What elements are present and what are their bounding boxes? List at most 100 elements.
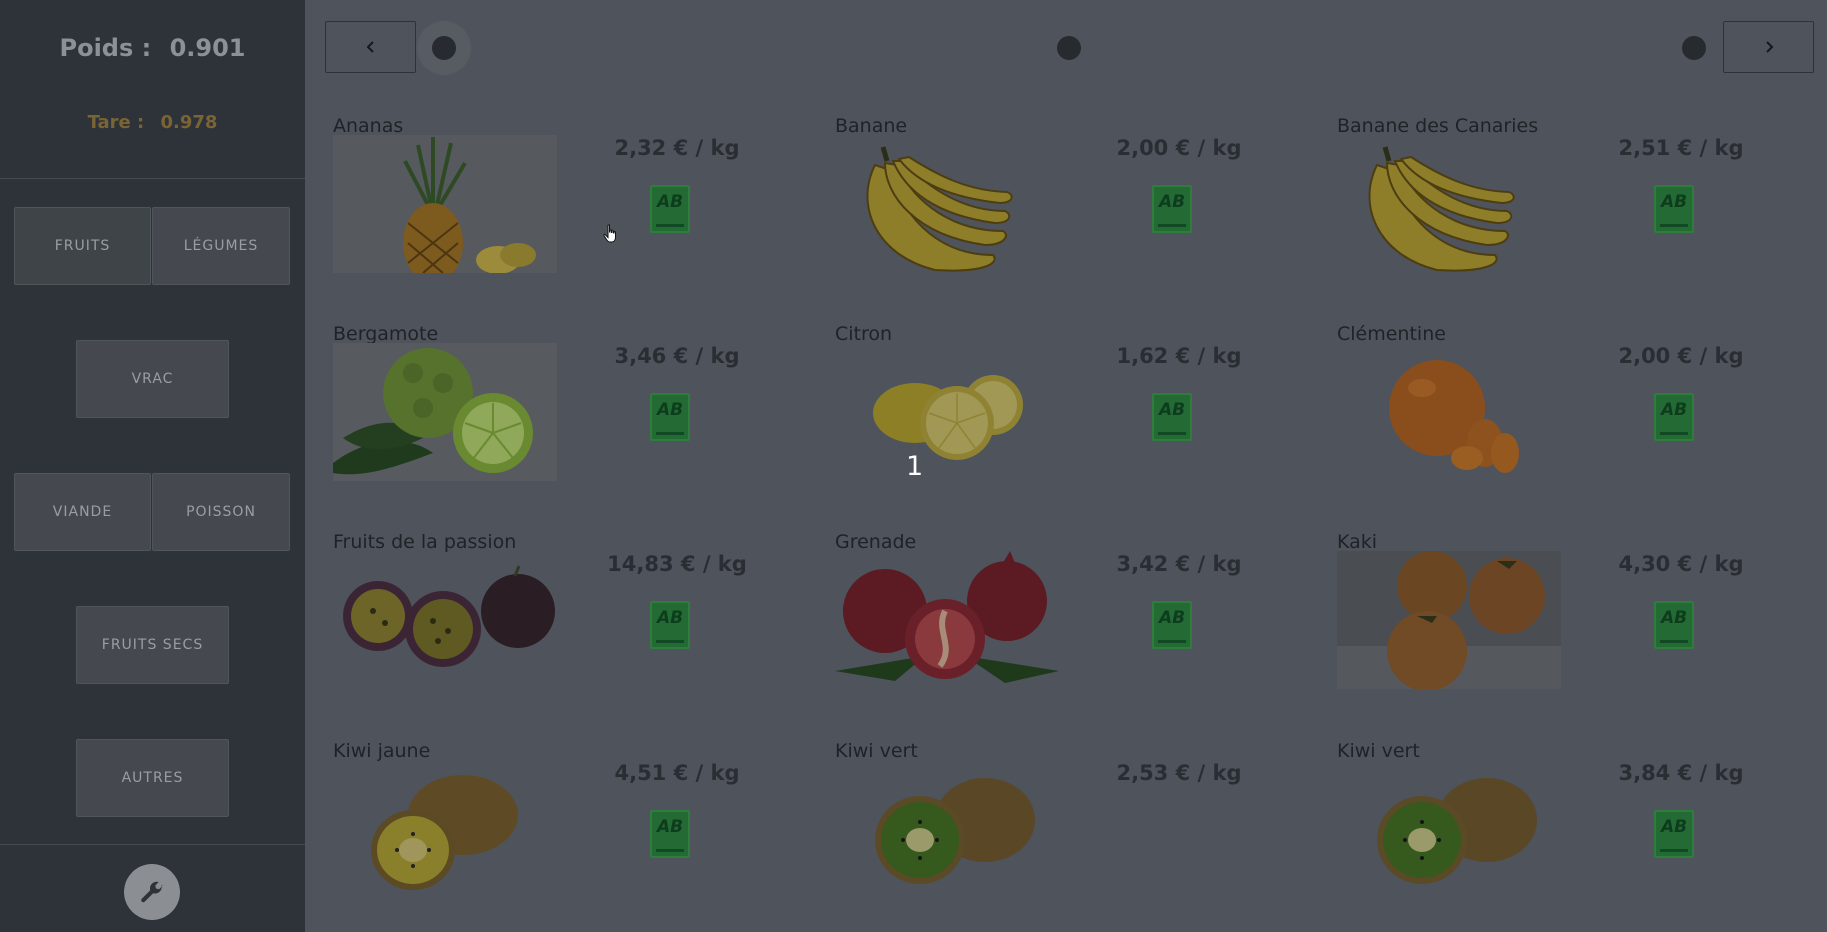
product-name: Citron <box>835 323 893 345</box>
overlay-number: 1 <box>906 451 924 482</box>
organic-ab-letters: AB <box>1660 400 1688 420</box>
product-name: Kiwi vert <box>835 740 918 762</box>
organic-ab-logo: AB <box>1152 601 1192 649</box>
weight-display: Poids : 0.901 <box>0 34 305 62</box>
product-card[interactable]: Citron 1,62 € / kg AB <box>835 323 1315 523</box>
organic-ab-letters: AB <box>1660 608 1688 628</box>
organic-ab-logo: AB <box>650 185 690 233</box>
tare-display: Tare : 0.978 <box>0 112 305 133</box>
next-page-button[interactable] <box>1723 21 1814 73</box>
wrench-icon <box>141 881 163 903</box>
organic-ab-logo: AB <box>650 601 690 649</box>
organic-ab-letters: AB <box>1158 608 1186 628</box>
product-card[interactable]: Kiwi jaune 4,51 € / kg AB <box>333 740 813 932</box>
chevron-right-icon <box>1765 41 1773 53</box>
product-card[interactable]: Clémentine 2,00 € / kg AB <box>1337 323 1817 523</box>
organic-ab-letters: AB <box>656 192 684 212</box>
chevron-left-icon <box>366 41 374 53</box>
organic-ab-logo: AB <box>1654 393 1694 441</box>
product-grid-area: Ananas 2,32 € / kg AB Banane 2,00 € / kg AB Ba… <box>305 0 1827 932</box>
product-name: Kiwi vert <box>1337 740 1420 762</box>
product-price: 4,30 € / kg <box>1618 552 1744 576</box>
product-name: Banane <box>835 115 908 137</box>
organic-ab-underline <box>1660 640 1688 643</box>
organic-ab-underline <box>656 849 684 852</box>
organic-ab-letters: AB <box>656 817 684 837</box>
page-dot-3[interactable] <box>1682 36 1706 60</box>
page-dot-1[interactable] <box>432 36 456 60</box>
category-fruits-button[interactable]: FRUITS <box>14 207 151 285</box>
product-image <box>835 760 1059 898</box>
weight-value: 0.901 <box>169 34 246 62</box>
product-card[interactable]: Kiwi vert 3,84 € / kg AB <box>1337 740 1817 932</box>
product-card[interactable]: Kiwi vert 2,53 € / kg <box>835 740 1315 932</box>
organic-ab-letters: AB <box>656 400 684 420</box>
weight-label: Poids : <box>59 34 152 62</box>
divider <box>0 844 305 845</box>
product-card[interactable]: Grenade 3,42 € / kg AB <box>835 531 1315 731</box>
product-image <box>835 551 1059 689</box>
product-price: 2,53 € / kg <box>1116 761 1242 785</box>
product-image <box>1337 343 1561 481</box>
product-name: Grenade <box>835 531 917 553</box>
organic-ab-underline <box>1158 224 1186 227</box>
app-window: Poids : 0.901 Tare : 0.978 FRUITS LÉGUME… <box>0 0 1827 932</box>
product-name: Kaki <box>1337 531 1378 553</box>
previous-page-button[interactable] <box>325 21 416 73</box>
organic-ab-underline <box>656 224 684 227</box>
product-image <box>333 760 557 898</box>
product-price: 4,51 € / kg <box>614 761 740 785</box>
product-image <box>1337 551 1561 691</box>
product-image <box>333 135 557 283</box>
organic-ab-logo: AB <box>1654 601 1694 649</box>
category-poisson-button[interactable]: POISSON <box>152 473 290 551</box>
category-fruits-secs-button[interactable]: FRUITS SECS <box>76 606 229 684</box>
product-price: 1,62 € / kg <box>1116 344 1242 368</box>
organic-ab-letters: AB <box>1660 192 1688 212</box>
organic-ab-letters: AB <box>1158 400 1186 420</box>
organic-ab-underline <box>1660 849 1688 852</box>
product-image <box>333 343 557 481</box>
product-card[interactable]: Ananas 2,32 € / kg AB <box>333 115 813 315</box>
organic-ab-logo: AB <box>650 393 690 441</box>
category-autres-button[interactable]: AUTRES <box>76 739 229 817</box>
product-card[interactable]: Fruits de la passion 14,83 € / kg AB <box>333 531 813 731</box>
page-dot-2[interactable] <box>1057 36 1081 60</box>
product-image <box>835 343 1059 481</box>
organic-ab-letters: AB <box>1158 192 1186 212</box>
product-card[interactable]: Banane des Canaries 2,51 € / kg AB <box>1337 115 1817 315</box>
product-image <box>333 551 557 689</box>
product-price: 2,00 € / kg <box>1618 344 1744 368</box>
organic-ab-underline <box>1158 432 1186 435</box>
product-card[interactable]: Banane 2,00 € / kg AB <box>835 115 1315 315</box>
hand-cursor-icon <box>603 224 616 243</box>
organic-ab-logo: AB <box>1152 393 1192 441</box>
organic-ab-logo: AB <box>1654 185 1694 233</box>
organic-ab-letters: AB <box>1660 817 1688 837</box>
product-image <box>1337 135 1561 273</box>
product-image <box>835 135 1059 273</box>
product-card[interactable]: Bergamote 3,46 € / kg AB <box>333 323 813 523</box>
organic-ab-underline <box>1158 640 1186 643</box>
product-image <box>1337 760 1561 898</box>
category-legumes-button[interactable]: LÉGUMES <box>152 207 290 285</box>
product-name: Ananas <box>333 115 404 137</box>
category-viande-button[interactable]: VIANDE <box>14 473 151 551</box>
product-name: Bergamote <box>333 323 439 345</box>
sidebar: Poids : 0.901 Tare : 0.978 FRUITS LÉGUME… <box>0 0 305 932</box>
product-price: 2,32 € / kg <box>614 136 740 160</box>
product-name: Clémentine <box>1337 323 1446 345</box>
product-price: 2,51 € / kg <box>1618 136 1744 160</box>
product-name: Banane des Canaries <box>1337 115 1539 137</box>
organic-ab-logo: AB <box>1152 185 1192 233</box>
category-vrac-button[interactable]: VRAC <box>76 340 229 418</box>
organic-ab-underline <box>1660 224 1688 227</box>
product-name: Kiwi jaune <box>333 740 431 762</box>
product-card[interactable]: Kaki 4,30 € / kg AB <box>1337 531 1817 731</box>
product-price: 3,42 € / kg <box>1116 552 1242 576</box>
product-price: 2,00 € / kg <box>1116 136 1242 160</box>
organic-ab-logo: AB <box>1654 810 1694 858</box>
organic-ab-underline <box>1660 432 1688 435</box>
settings-button[interactable] <box>124 864 180 920</box>
organic-ab-logo: AB <box>650 810 690 858</box>
